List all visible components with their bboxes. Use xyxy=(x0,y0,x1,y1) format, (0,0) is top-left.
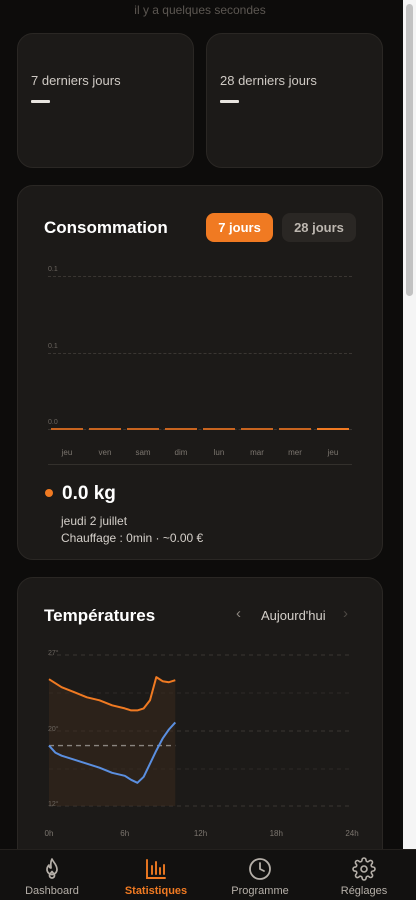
gridline xyxy=(48,276,352,277)
scrollbar-track[interactable] xyxy=(403,0,416,850)
nav-dashboard[interactable]: Dashboard xyxy=(0,850,104,900)
consumption-bar[interactable] xyxy=(127,428,159,430)
consumption-bar[interactable] xyxy=(203,428,235,430)
gear-icon xyxy=(352,857,376,881)
chevron-left-icon[interactable]: ‹ xyxy=(236,605,241,622)
stat-value-empty xyxy=(220,100,239,103)
x-tick-label: jeu xyxy=(61,448,73,457)
nav-label: Programme xyxy=(231,885,289,897)
temperatures-card: Températures ‹ Aujourd'hui › 27° 20° 12°… xyxy=(17,577,383,877)
nav-label: Dashboard xyxy=(25,885,79,897)
stat-label: 7 derniers jours xyxy=(31,73,121,88)
summary-dot xyxy=(45,489,53,497)
consumption-bar[interactable] xyxy=(279,428,311,430)
consumption-title: Consommation xyxy=(44,218,168,237)
scrollbar-thumb[interactable] xyxy=(406,4,413,296)
temperatures-title: Températures xyxy=(44,606,156,625)
clock-icon xyxy=(249,858,271,880)
bar-chart-icon xyxy=(146,859,166,879)
consumption-bar[interactable] xyxy=(241,428,273,430)
consumption-bar[interactable] xyxy=(317,428,349,430)
last-updated-text: il y a quelques secondes xyxy=(134,3,266,17)
x-tick-label: ven xyxy=(98,448,112,457)
summary-date: jeudi 2 juillet xyxy=(61,514,128,528)
x-tick-label: 24h xyxy=(345,829,359,838)
y-tick-label: 12° xyxy=(48,801,59,808)
y-tick-label: 20° xyxy=(48,726,59,733)
bottom-nav: Dashboard Statistiques Programme Réglage… xyxy=(0,849,416,900)
x-tick-label: 12h xyxy=(193,829,208,838)
x-tick-label: sam xyxy=(135,448,151,457)
x-tick-label: mar xyxy=(250,448,264,457)
stat-value-empty xyxy=(31,100,50,103)
tab-28-days[interactable]: 28 jours xyxy=(282,213,356,242)
y-tick-label: 0.1 xyxy=(48,343,58,350)
x-axis-line xyxy=(48,464,352,465)
x-tick-label: jeu xyxy=(327,448,339,457)
y-tick-label: 0.0 xyxy=(48,419,58,426)
page: il y a quelques secondes 7 derniers jour… xyxy=(0,0,403,900)
x-tick-label: 6h xyxy=(120,829,130,838)
flame-icon xyxy=(46,858,58,879)
summary-detail: Chauffage : 0min · ~0.00 € xyxy=(61,531,204,545)
nav-statistiques[interactable]: Statistiques xyxy=(104,850,208,900)
y-tick-label: 27° xyxy=(48,650,59,657)
temperature-area xyxy=(49,677,176,806)
x-tick-label: 18h xyxy=(269,829,283,838)
x-tick-label: lun xyxy=(213,448,225,457)
tab-7-days[interactable]: 7 jours xyxy=(206,213,273,242)
consumption-bar[interactable] xyxy=(51,428,83,430)
x-tick-label: 0h xyxy=(44,829,54,838)
nav-label: Statistiques xyxy=(124,885,188,897)
consumption-bar[interactable] xyxy=(89,428,121,430)
nav-label: Réglages xyxy=(340,885,388,897)
x-tick-label: dim xyxy=(174,448,188,457)
x-tick-label: mer xyxy=(288,448,302,457)
y-tick-label: 0.1 xyxy=(48,266,58,273)
temperature-chart xyxy=(48,654,352,807)
consumption-bar[interactable] xyxy=(165,428,197,430)
gridline xyxy=(48,353,352,354)
nav-programme[interactable]: Programme xyxy=(208,850,312,900)
nav-reglages[interactable]: Réglages xyxy=(312,850,416,900)
chevron-right-icon[interactable]: › xyxy=(343,605,348,622)
summary-value: 0.0 kg xyxy=(62,483,116,504)
period-label: Aujourd'hui xyxy=(261,608,326,623)
stat-card-7-days: 7 derniers jours xyxy=(17,33,194,168)
consumption-card: Consommation 7 jours 28 jours 0.1 0.1 0.… xyxy=(17,185,383,560)
stat-card-28-days: 28 derniers jours xyxy=(206,33,383,168)
stat-label: 28 derniers jours xyxy=(220,73,317,88)
